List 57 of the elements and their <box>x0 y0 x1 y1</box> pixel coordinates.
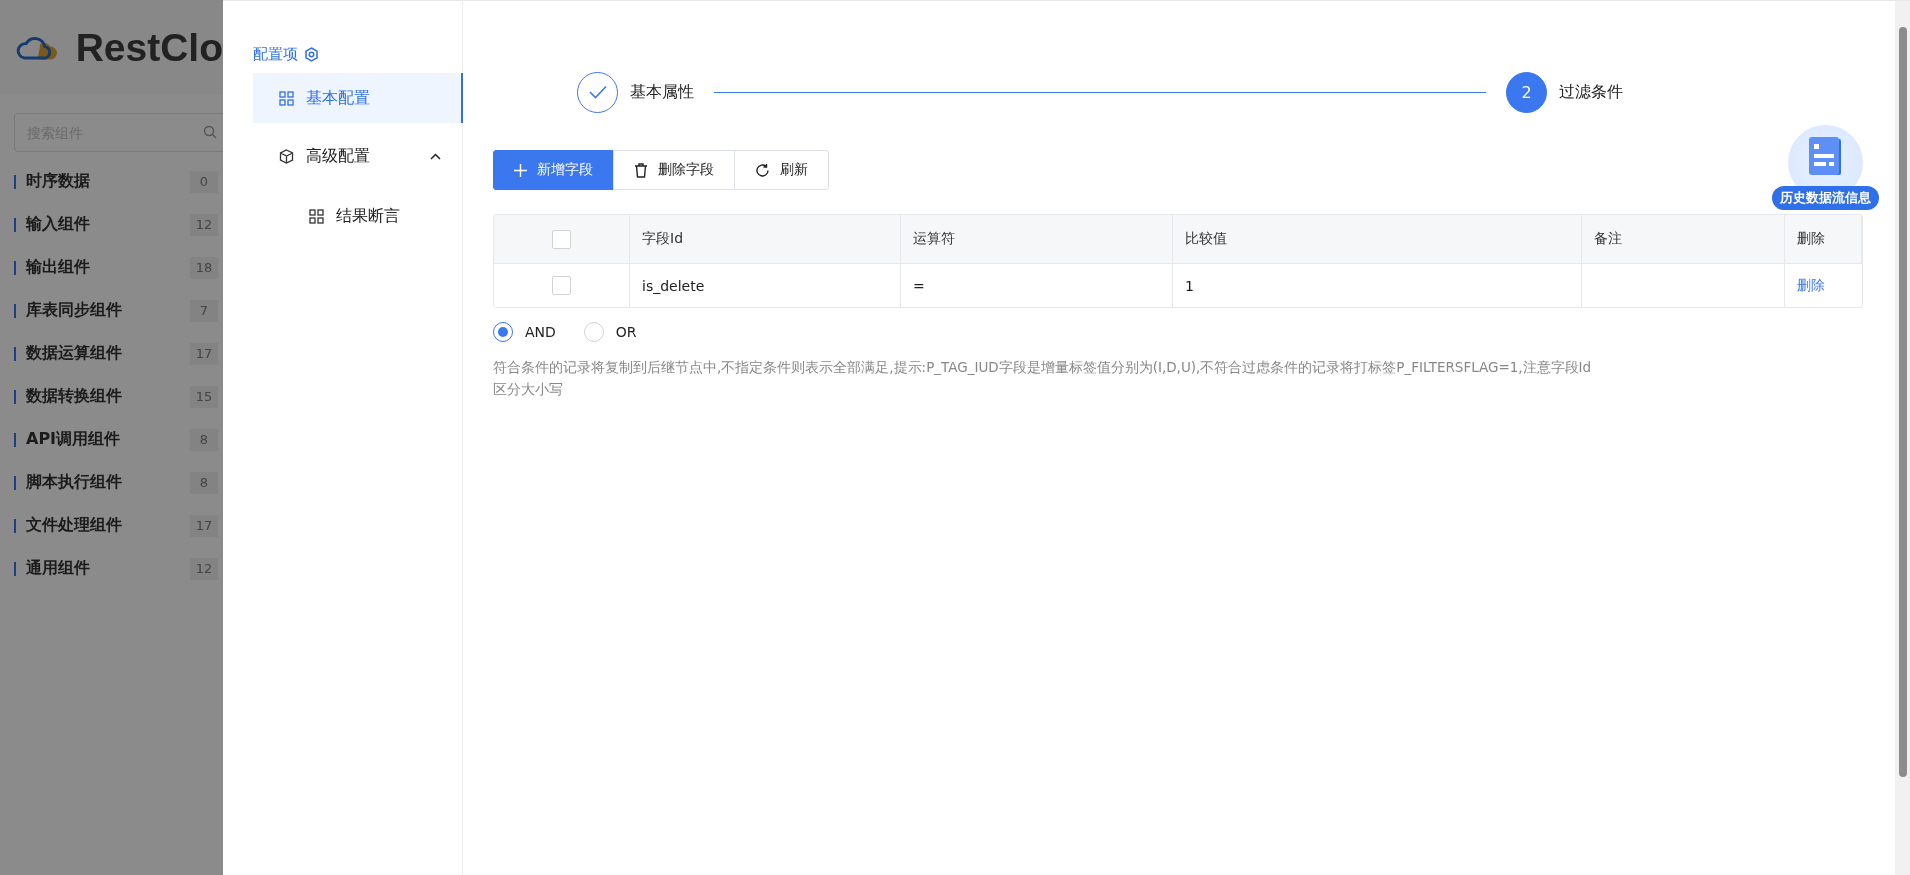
delete-link[interactable]: 删除 <box>1797 276 1825 295</box>
category-count: 15 <box>190 385 218 408</box>
refresh-button[interactable]: 刷新 <box>734 150 829 190</box>
category-count: 17 <box>190 342 218 365</box>
checkbox[interactable] <box>552 276 571 295</box>
cube-icon <box>279 148 294 164</box>
category-label[interactable]: 文件处理组件 <box>26 515 190 536</box>
plus-icon <box>514 163 527 177</box>
column-header: 运算符 <box>901 215 1173 264</box>
refresh-icon <box>755 162 770 178</box>
history-badge[interactable]: 历史数据流信息 <box>1771 186 1879 210</box>
table-cell: 1 <box>1173 264 1582 307</box>
column-header: 备注 <box>1582 215 1785 264</box>
category-label[interactable]: 数据转换组件 <box>26 386 190 407</box>
step-label: 过滤条件 <box>1559 81 1623 103</box>
grid-icon <box>279 90 294 106</box>
settings-icon <box>304 46 319 62</box>
category-count: 8 <box>190 471 218 494</box>
column-header: 字段Id <box>630 215 901 264</box>
help-text: 符合条件的记录将复制到后继节点中,不指定条件则表示全部满足,提示:P_TAG_IUD字段是增量标签值分别为(I,D,U),不符合过虑条件的记录将打标签P_FILTERSFLAG=1,注意字段Id区分大小写 <box>493 358 1593 399</box>
step-label: 基本属性 <box>630 81 694 103</box>
step-indicator: 2 <box>1506 71 1547 113</box>
category-label[interactable]: 通用组件 <box>26 558 190 579</box>
category-label[interactable]: 时序数据 <box>26 171 190 192</box>
category-label[interactable]: 输入组件 <box>26 214 190 235</box>
nav-item[interactable]: 高级配置 <box>253 131 463 181</box>
column-header: 比较值 <box>1173 215 1582 264</box>
add-button[interactable]: 新增字段 <box>493 150 614 190</box>
category-label[interactable]: 数据运算组件 <box>26 343 190 364</box>
chevron-up-icon <box>430 152 441 160</box>
table-cell: = <box>901 264 1173 307</box>
category-count: 0 <box>190 170 218 193</box>
nav-item[interactable]: 基本配置 <box>253 73 463 123</box>
scrollbar-thumb[interactable] <box>1898 27 1907 777</box>
category-label[interactable]: 脚本执行组件 <box>26 472 190 493</box>
category-count: 12 <box>190 213 218 236</box>
nav-item[interactable]: 结果断言 <box>253 191 463 241</box>
category-count: 12 <box>190 557 218 580</box>
trash-icon <box>634 162 648 178</box>
nav-title: 配置项 <box>253 44 298 64</box>
delete-button[interactable]: 删除字段 <box>613 150 735 190</box>
table-cell: is_delete <box>630 264 901 307</box>
checkbox[interactable] <box>552 229 571 249</box>
category-label[interactable]: API调用组件 <box>26 429 190 450</box>
category-label[interactable]: 输出组件 <box>26 257 190 278</box>
category-label[interactable]: 库表同步组件 <box>26 300 190 321</box>
category-count: 7 <box>190 299 218 322</box>
category-count: 17 <box>190 514 218 537</box>
radio-label: OR <box>615 324 637 340</box>
radio-label: AND <box>525 324 556 340</box>
search-icon <box>203 125 217 139</box>
grid-icon <box>309 208 324 224</box>
check-icon <box>588 85 607 99</box>
category-count: 18 <box>190 256 218 279</box>
column-header: 删除 <box>1785 215 1862 264</box>
category-count: 8 <box>190 428 218 451</box>
logo-text: RestClo <box>75 25 223 70</box>
